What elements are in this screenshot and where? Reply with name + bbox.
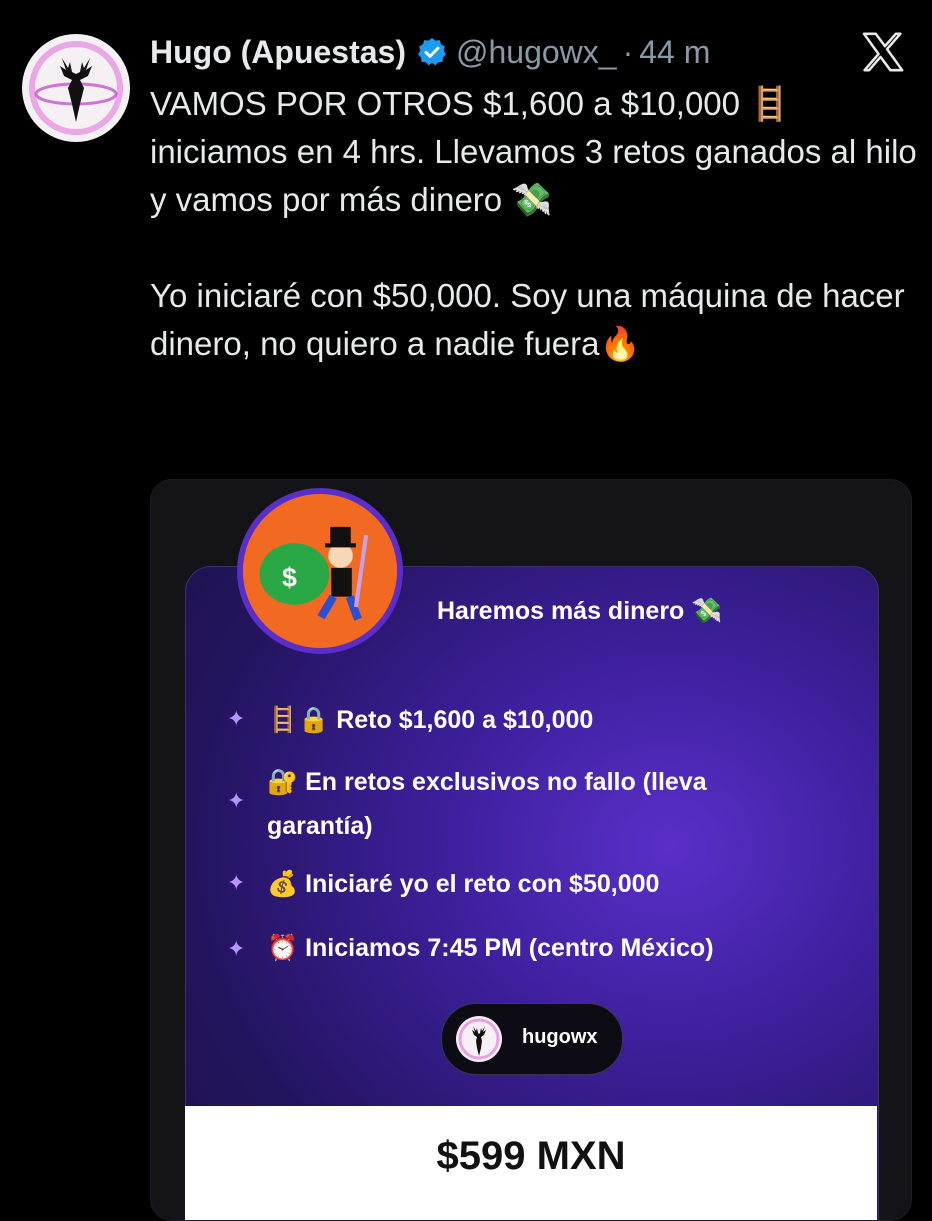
feature-item: 💰 Iniciaré yo el reto con $50,000 [267,870,660,898]
sparkle-icon: ✦ [227,706,246,731]
chip-username: hugowx [522,1026,598,1048]
sparkle-icon: ✦ [227,936,246,961]
deer-head-icon [458,1018,500,1060]
feature-item: 🔐 En retos exclusivos no fallo (lleva ga… [267,768,707,840]
x-logo-icon[interactable] [862,32,906,72]
tweet-paragraph: Yo iniciaré con $50,000. Soy una máquina… [150,277,905,362]
tweet-text: VAMOS POR OTROS $1,600 a $10,000 🪜 inici… [150,80,920,368]
verified-badge-icon [418,38,446,66]
tweet-timestamp[interactable]: 44 m [639,34,710,71]
separator-dot: · [622,33,634,70]
card-title: Haremos más dinero 💸 [437,597,723,625]
price-label: $599 MXN [436,1134,626,1178]
deer-head-icon [29,41,123,135]
tweet-header: Hugo (Apuestas) @hugowx_ · 44 m [150,30,710,74]
monopoly-avatar: $ [237,488,403,654]
media-card[interactable]: $ Haremos más dinero 💸 ✦ 🪜🔒 Reto $1,600 … [150,479,912,1221]
sparkle-icon: ✦ [227,870,246,895]
profile-chip[interactable]: hugowx [441,1003,623,1075]
chip-avatar [456,1016,502,1062]
author-avatar[interactable] [22,34,130,142]
price-box: $599 MXN [185,1106,877,1220]
sparkle-icon: ✦ [227,788,246,813]
feature-item: 🪜🔒 Reto $1,600 a $10,000 [267,706,594,734]
author-handle[interactable]: @hugowx_ [456,34,617,71]
feature-item: ⏰ Iniciamos 7:45 PM (centro México) [267,934,714,962]
svg-text:$: $ [282,562,297,592]
money-bag-man-icon: $ [243,494,397,648]
author-name[interactable]: Hugo (Apuestas) [150,34,406,71]
tweet-paragraph: VAMOS POR OTROS $1,600 a $10,000 🪜 inici… [150,85,917,218]
